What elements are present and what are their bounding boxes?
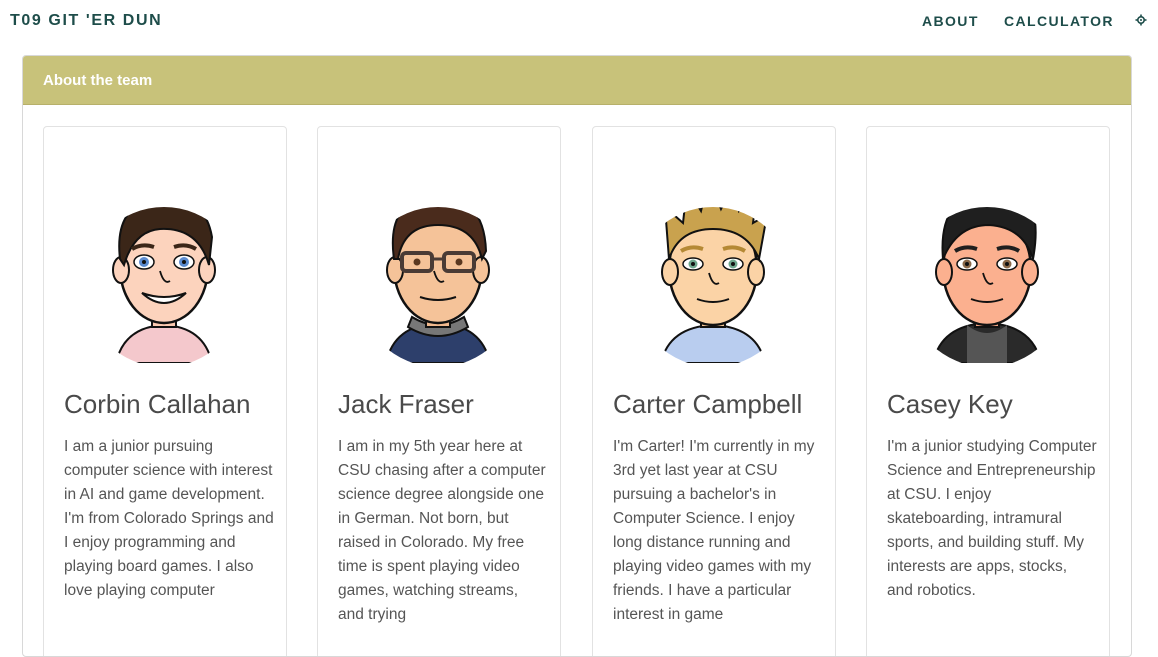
member-name: Carter Campbell: [613, 389, 803, 419]
navbar: T09 GIT 'ER DUN ABOUT CALCULATOR: [0, 0, 1158, 44]
member-bio: I'm Carter! I'm currently in my 3rd yet …: [613, 438, 815, 623]
member-name: Casey Key: [887, 389, 1013, 419]
gear-icon[interactable]: [1135, 14, 1147, 26]
team-card-casey: Casey Key I'm a junior studying Computer…: [866, 126, 1110, 656]
about-team-panel: About the team Corbin Callahan I am a ju…: [22, 55, 1132, 657]
avatar-corbin: [112, 207, 216, 363]
panel-header: About the team: [23, 56, 1131, 105]
member-bio: I am in my 5th year here at CSU chasing …: [338, 438, 546, 623]
member-bio: I'm a junior studying Computer Science a…: [887, 438, 1097, 599]
team-card-jack: Jack Fraser I am in my 5th year here at …: [317, 126, 561, 656]
team-card-carter: Carter Campbell I'm Carter! I'm currentl…: [592, 126, 836, 656]
avatar-casey: [931, 207, 1043, 363]
member-name: Corbin Callahan: [64, 389, 251, 419]
panel-title: About the team: [43, 72, 153, 89]
avatar-carter: [659, 207, 769, 363]
nav-about-link[interactable]: ABOUT: [922, 13, 979, 29]
brand-title[interactable]: T09 GIT 'ER DUN: [10, 12, 162, 30]
team-card-corbin: Corbin Callahan I am a junior pursuing c…: [43, 126, 287, 656]
member-name: Jack Fraser: [338, 389, 474, 419]
member-bio: I am a junior pursuing computer science …: [64, 438, 274, 599]
avatar-jack: [384, 207, 492, 363]
nav-calculator-link[interactable]: CALCULATOR: [1004, 13, 1114, 29]
